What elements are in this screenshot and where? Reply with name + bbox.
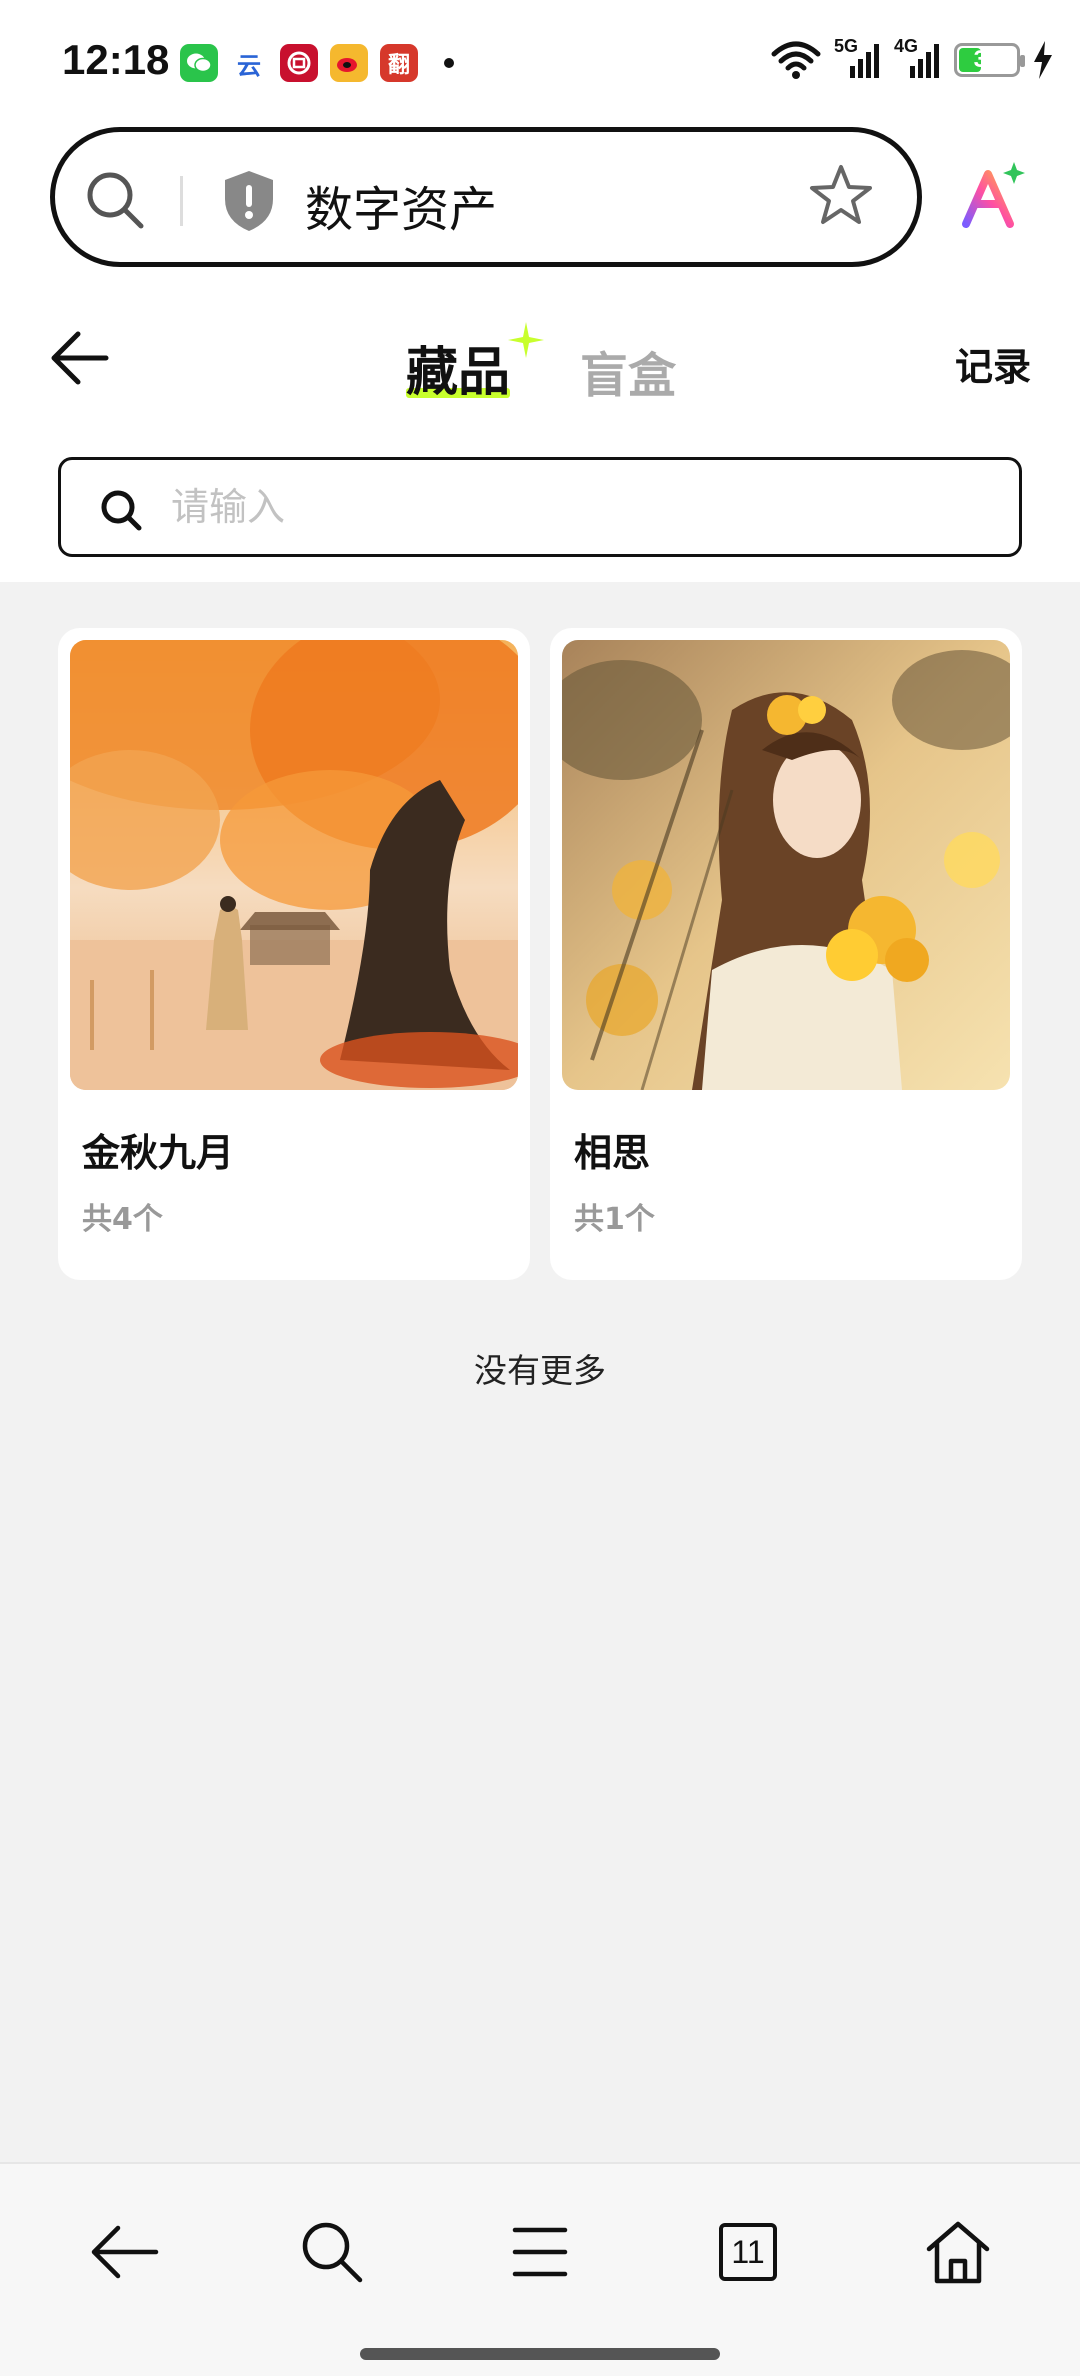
home-indicator-bar[interactable] [360,2348,720,2360]
address-text[interactable]: 数字资产 [305,170,497,240]
browser-address-bar[interactable]: 数字资产 [50,127,922,267]
collection-title: 相思 [574,1131,651,1175]
signal-4g: 4G [894,36,942,80]
nav-home-button[interactable] [918,2212,998,2292]
sparkle-icon [508,322,544,358]
ai-assistant-icon[interactable] [958,160,1028,230]
battery-indicator: 37 [954,43,1025,77]
search-icon [101,490,142,531]
more-notifications-dot [444,58,454,68]
status-bar: 12:18 云 翻 5G 4G 37 [0,0,1080,120]
home-icon [926,2221,990,2284]
nav-search-button[interactable] [292,2212,372,2292]
collection-count: 共4个 [82,1202,163,1237]
signal-bars-icon [850,44,879,78]
charging-bolt-icon [1034,41,1052,79]
tab-blind-box[interactable]: 盲盒 [580,336,676,406]
signal-bars-icon [910,44,939,78]
signal-5g: 5G [834,36,882,80]
back-arrow-icon[interactable] [50,330,110,386]
collection-image[interactable] [70,640,518,1090]
collection-image[interactable] [562,640,1010,1090]
search-icon [302,2222,363,2283]
nav-back-button[interactable] [84,2212,164,2292]
collection-search-box[interactable] [58,457,1022,557]
collection-card[interactable]: 相思 共1个 [550,628,1022,1280]
nav-menu-button[interactable] [500,2212,580,2292]
no-more-text: 没有更多 [474,1351,606,1390]
search-icon[interactable] [83,168,149,234]
battery-cap [1020,55,1025,67]
tabs-count: 11 [731,2233,765,2270]
battery-level-text: 37 [973,46,1001,73]
nav-tabs-button[interactable]: 11 [708,2212,788,2292]
collection-card[interactable]: 金秋九月 共4个 [58,628,530,1280]
news-app-icon: 翻 [380,44,418,82]
security-shield-icon[interactable] [221,169,277,233]
wifi-icon [771,41,821,79]
wechat-app-icon [180,44,218,82]
bank-app-icon [280,44,318,82]
search-input[interactable] [171,482,971,532]
bookmark-star-icon[interactable] [807,162,875,230]
record-button[interactable]: 记录 [955,336,1031,391]
status-right: 5G 4G 37 [770,36,1054,80]
cloud-app-icon: 云 [230,44,268,82]
browser-bottom-nav: 11 [0,2162,1080,2376]
collection-count: 共1个 [574,1202,655,1237]
tab-collection[interactable]: 藏品 [406,330,510,405]
weibo-app-icon [330,44,368,82]
collection-title: 金秋九月 [82,1131,235,1175]
tabs-count-icon: 11 [719,2223,777,2281]
address-divider [180,176,183,226]
notification-app-icons: 云 翻 [180,44,454,82]
status-time: 12:18 [62,36,170,83]
menu-icon [512,2227,568,2277]
back-arrow-icon [91,2225,159,2279]
